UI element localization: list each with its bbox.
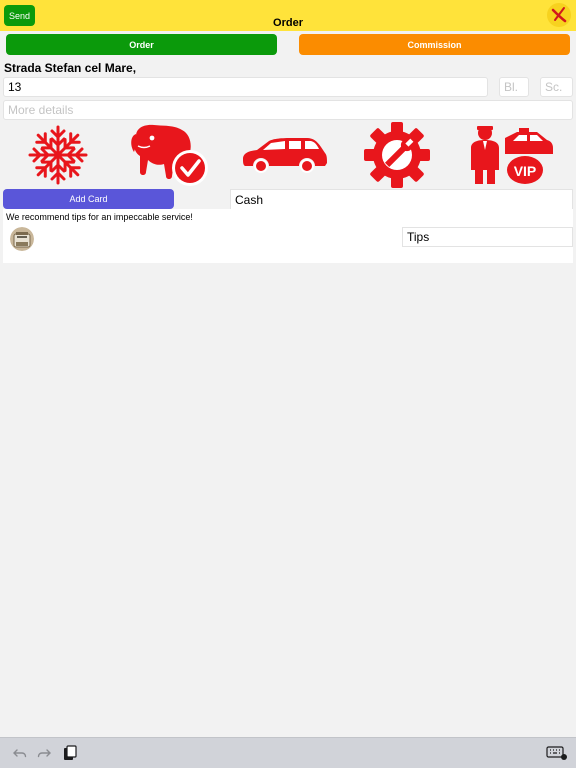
tips-jar-icon	[10, 227, 34, 251]
tab-commission[interactable]: Commission	[299, 34, 570, 55]
tab-order[interactable]: Order	[6, 34, 277, 55]
tips-panel: We recommend tips for an impeccable serv…	[3, 209, 573, 263]
snowflake-icon[interactable]	[14, 122, 102, 188]
details-field[interactable]: More details	[3, 100, 573, 120]
keyboard-accessory-bar	[0, 737, 576, 768]
redo-icon[interactable]	[36, 745, 52, 761]
car-icon[interactable]	[238, 122, 330, 188]
street-address: Strada Stefan cel Mare,	[4, 61, 137, 75]
payment-method-field[interactable]: Cash	[230, 189, 573, 210]
add-card-button[interactable]: Add Card	[3, 189, 174, 209]
service-options: VIP	[0, 122, 576, 188]
tips-field[interactable]: Tips	[402, 227, 573, 247]
svg-text:VIP: VIP	[514, 163, 537, 179]
x-logo-icon[interactable]	[547, 3, 571, 27]
keyboard-icon[interactable]	[546, 745, 568, 761]
page-title: Order	[273, 17, 303, 29]
undo-icon[interactable]	[12, 745, 28, 761]
gear-wrench-icon[interactable]	[352, 122, 442, 188]
block-field[interactable]: Bl.	[499, 77, 529, 97]
stair-field[interactable]: Sc.	[540, 77, 573, 97]
street-number-field[interactable]: 13	[3, 77, 488, 97]
pet-check-icon[interactable]	[126, 122, 216, 188]
paste-icon[interactable]	[62, 745, 78, 761]
top-bar: Send Order	[0, 0, 576, 31]
vip-driver-icon[interactable]: VIP	[464, 122, 556, 188]
tips-recommendation: We recommend tips for an impeccable serv…	[6, 212, 193, 222]
